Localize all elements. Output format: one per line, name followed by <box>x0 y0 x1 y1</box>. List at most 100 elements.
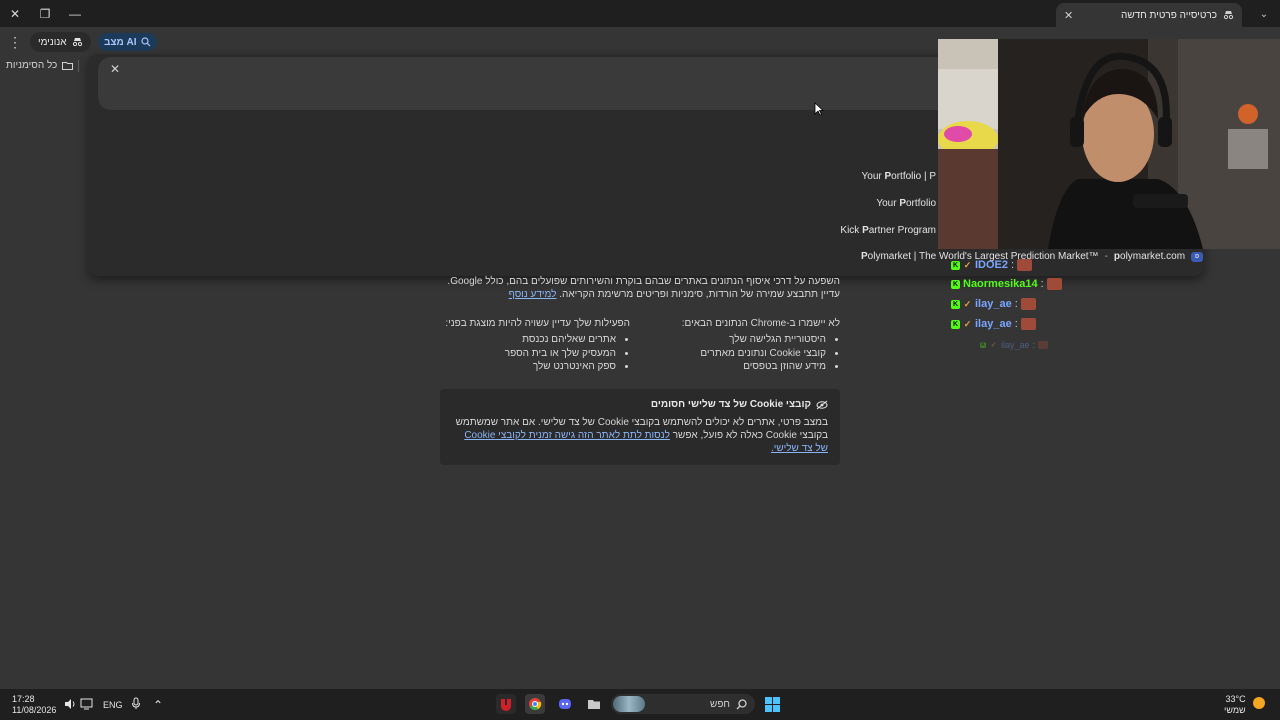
ai-mode-label: מצב AI <box>104 36 137 48</box>
chat-username[interactable]: ilay_ae <box>975 298 1012 310</box>
chat-message: K ✓ ilay_ae: <box>951 318 1036 330</box>
list-item: המעסיק שלך או בית הספר <box>440 347 616 361</box>
kick-badge-icon: K <box>951 260 960 270</box>
not-saved-list: לא יישמרו ב-Chrome הנתונים הבאים: היסטור… <box>650 318 840 374</box>
suggestion-separator: - <box>1104 251 1108 262</box>
visible-to-list: הפעילות שלך עדיין עשויה להיות מוצגת בפני… <box>440 318 630 374</box>
weather-desc: שמשי <box>1224 704 1246 715</box>
browser-menu-icon[interactable]: ⋮ <box>8 34 22 52</box>
chat-message: K ✓ ilay_ae: <box>980 340 1049 350</box>
sword-badge-icon: ✓ <box>990 342 997 349</box>
emote-icon <box>1020 318 1036 330</box>
list-item: היסטוריית הגלישה שלך <box>650 333 826 347</box>
incognito-indicator-button[interactable]: אנונימי <box>30 32 91 52</box>
minimize-window-button[interactable]: — <box>60 0 90 27</box>
kick-badge-icon: K <box>951 299 960 309</box>
clock-time: 17:28 <box>12 693 35 704</box>
weather-temp: 33°C <box>1225 693 1246 704</box>
incognito-icon <box>1223 11 1234 20</box>
emote-icon <box>1017 259 1033 271</box>
clock-date: 11/08/2026 <box>12 704 57 715</box>
suggestion-3[interactable]: Kick Partner Program <box>840 225 936 236</box>
tab-incognito[interactable]: ✕ כרטיסייה פרטית חדשה <box>1056 3 1242 27</box>
streamer-video-image <box>938 39 1280 249</box>
suggestion-text: Kick <box>840 225 863 236</box>
chat-message: K ✓ ilay_ae: <box>951 298 1036 310</box>
emote-icon <box>1038 341 1049 349</box>
chat-colon: : <box>1040 278 1044 290</box>
chat-message: K ✓ IDOE2: <box>951 259 1033 271</box>
tab-close-icon[interactable]: ✕ <box>1064 9 1073 22</box>
clear-input-icon[interactable]: ✕ <box>110 62 120 76</box>
clock[interactable]: 17:28 11/08/2026 <box>12 689 56 720</box>
kick-badge-icon: K <box>980 342 986 348</box>
mouse-cursor-icon <box>814 102 824 116</box>
suggestion-text: artner Program <box>868 225 936 236</box>
intro-text: השפעה על דרכי איסוף הנתונים באתרים שבהם … <box>447 276 840 300</box>
suggestion-text: Your <box>861 171 885 182</box>
close-window-button[interactable]: ✕ <box>0 0 30 27</box>
file-explorer-icon[interactable] <box>584 694 604 714</box>
suggestion-match: P <box>862 225 869 236</box>
volume-icon[interactable] <box>64 698 76 710</box>
tab-search-button[interactable]: ⌄ <box>1254 5 1274 23</box>
chat-username[interactable]: ilay_ae <box>975 318 1012 330</box>
chat-message: K Naormesika14: <box>951 278 1062 290</box>
app-icon[interactable] <box>496 694 516 714</box>
suggestion-match: P <box>861 251 868 262</box>
tab-title: כרטיסייה פרטית חדשה <box>1120 9 1217 21</box>
taskbar-search-input[interactable]: חפש <box>611 694 755 714</box>
microphone-icon[interactable] <box>131 697 141 710</box>
chat-colon: : <box>1032 340 1036 350</box>
suggestion-text: ortfolio | P <box>891 171 936 182</box>
incognito-intro: השפעה על דרכי איסוף הנתונים באתרים שבהם … <box>440 275 840 301</box>
incognito-icon <box>72 38 82 47</box>
weather-widget[interactable]: 33°C שמשי <box>1224 689 1246 720</box>
chat-username[interactable]: ilay_ae <box>1001 340 1030 350</box>
eye-off-icon <box>816 400 828 409</box>
ai-mode-button[interactable]: מצב AI <box>98 33 157 51</box>
restore-window-button[interactable]: ❐ <box>30 0 60 27</box>
kick-badge-icon: K <box>951 319 960 329</box>
language-indicator[interactable]: ENG <box>103 689 123 720</box>
learn-more-link[interactable]: למידע נוסף <box>509 289 557 300</box>
chrome-icon[interactable] <box>525 694 545 714</box>
chat-username[interactable]: Naormesika14 <box>963 278 1038 290</box>
folder-icon <box>62 62 74 70</box>
suggestion-text: Your <box>876 198 900 209</box>
suggestion-2[interactable]: Your Portfolio <box>876 198 936 209</box>
list-item: אתרים שאליהם נכנסת <box>440 333 616 347</box>
chat-colon: : <box>1014 298 1018 310</box>
suggestion-match: P <box>899 198 906 209</box>
sparkle-search-icon <box>140 37 150 47</box>
all-bookmarks-button[interactable]: כל הסימניות <box>6 60 74 71</box>
suggestion-domain: olymarket.com <box>1120 251 1186 262</box>
cookie-card-title: קובצי Cookie של צד שלישי חסומים <box>650 399 811 410</box>
search-icon <box>736 698 747 709</box>
kick-badge-icon: K <box>951 279 960 289</box>
sun-icon <box>1253 697 1265 709</box>
webcam-overlay <box>938 39 1280 249</box>
chat-colon: : <box>1011 259 1015 271</box>
incognito-label: אנונימי <box>38 36 67 48</box>
chat-colon: : <box>1014 318 1018 330</box>
discord-icon[interactable] <box>555 694 575 714</box>
emote-icon <box>1020 298 1036 310</box>
show-hidden-icons-icon[interactable]: ⌃ <box>153 689 163 720</box>
chat-username[interactable]: IDOE2 <box>975 259 1008 271</box>
sword-badge-icon: ✓ <box>963 259 972 270</box>
sword-badge-icon: ✓ <box>963 318 972 329</box>
search-label: חפש <box>710 698 730 710</box>
suggestion-text: ortfolio <box>905 198 936 209</box>
network-icon[interactable] <box>80 698 93 710</box>
suggestion-1[interactable]: Your Portfolio | P <box>862 171 937 182</box>
site-favicon-icon: ᴅ <box>1191 251 1204 262</box>
bookmarks-divider <box>78 60 79 72</box>
list-item: קובצי Cookie ונתונים מאתרים <box>650 347 826 361</box>
start-button-windows-icon[interactable] <box>762 694 782 714</box>
third-party-cookies-card: קובצי Cookie של צד שלישי חסומים במצב פרט… <box>440 389 840 465</box>
visible-to-title: הפעילות שלך עדיין עשויה להיות מוצגת בפני… <box>445 318 630 329</box>
not-saved-title: לא יישמרו ב-Chrome הנתונים הבאים: <box>681 318 840 329</box>
emote-icon <box>1046 278 1062 290</box>
all-bookmarks-label: כל הסימניות <box>6 60 58 71</box>
